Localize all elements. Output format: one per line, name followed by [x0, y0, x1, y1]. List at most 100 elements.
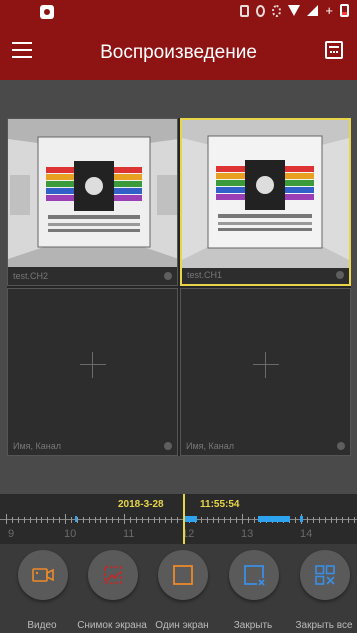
- timeline-tick: [247, 517, 249, 523]
- timeline-tick: [153, 517, 155, 523]
- timeline-tick: [253, 517, 255, 523]
- timeline-tick: [118, 517, 120, 523]
- playback-timeline[interactable]: 2018-3-28 11:55:54 9 10 11 12 13 14: [0, 494, 357, 544]
- app-bar: Воспроизведение: [0, 24, 357, 80]
- video-frame: [8, 119, 177, 267]
- close-all-icon: [315, 565, 335, 585]
- timeline-tick: [94, 517, 96, 523]
- single-screen-icon: [173, 565, 193, 585]
- timeline-tick: [206, 517, 208, 523]
- video-button[interactable]: Видео: [6, 550, 78, 633]
- hour-label: 13: [241, 528, 254, 540]
- timeline-tick: [312, 517, 314, 523]
- timeline-tick: [6, 514, 7, 524]
- snapshot-button[interactable]: Снимок экрана: [76, 550, 148, 633]
- battery-icon: [340, 4, 349, 17]
- timeline-tick: [218, 517, 220, 523]
- playback-cell-empty[interactable]: Имя, Канал: [180, 288, 351, 456]
- timeline-time: 11:55:54: [200, 499, 240, 510]
- timeline-tick: [88, 517, 90, 523]
- timeline-tick: [159, 517, 161, 523]
- timeline-cursor[interactable]: [183, 494, 185, 544]
- vibrate-icon: [256, 4, 266, 17]
- timeline-tick: [29, 517, 31, 523]
- timeline-tick: [212, 517, 214, 523]
- recording-segment: [300, 516, 303, 522]
- timeline-tick: [342, 517, 344, 523]
- timeline-tick: [236, 517, 238, 523]
- timeline-tick: [165, 517, 167, 523]
- single-screen-button-circle: [158, 550, 208, 600]
- close-button[interactable]: Закрыть: [217, 550, 289, 633]
- close-all-button[interactable]: Закрыть все: [288, 550, 357, 633]
- add-channel-icon[interactable]: [79, 352, 106, 378]
- timeline-tick: [47, 517, 49, 523]
- timeline-date: 2018-3-28: [118, 499, 164, 510]
- timeline-tick: [318, 517, 320, 523]
- timeline-tick: [354, 517, 356, 523]
- recording-segment: [258, 516, 290, 522]
- timeline-tick: [324, 517, 326, 523]
- timeline-tick: [82, 517, 84, 523]
- timeline-tick: [23, 517, 25, 523]
- snapshot-icon: [104, 566, 122, 584]
- timeline-tick: [224, 517, 226, 523]
- wifi-icon: [288, 5, 301, 16]
- timeline-tick: [141, 517, 143, 523]
- timeline-tick: [65, 514, 66, 524]
- timeline-tick: [41, 517, 43, 523]
- timeline-tick: [171, 517, 173, 523]
- video-button-circle: [18, 550, 68, 600]
- sim-icon: [240, 4, 250, 17]
- status-dot-icon: [164, 272, 172, 280]
- single-screen-button[interactable]: Один экран: [146, 550, 218, 633]
- cell-label: Имя, Канал: [13, 441, 62, 451]
- timeline-tick: [135, 517, 137, 523]
- cell-label: Имя, Канал: [186, 441, 235, 451]
- charging-icon: +: [325, 2, 333, 18]
- playback-cell-ch2[interactable]: test.CH2: [7, 118, 178, 286]
- video-camera-icon: [32, 568, 54, 582]
- timeline-tick: [200, 517, 202, 523]
- close-all-label: Закрыть все: [295, 620, 353, 631]
- timeline-tick: [306, 517, 308, 523]
- calendar-icon[interactable]: [325, 41, 343, 59]
- hour-label: 10: [64, 528, 77, 540]
- notification-icon: [40, 5, 54, 19]
- bottom-toolbar: Видео Снимок экрана Один экран Закрыть З…: [0, 544, 357, 633]
- timeline-tick: [336, 517, 338, 523]
- timeline-tick: [147, 517, 149, 523]
- timeline-tick: [230, 517, 232, 523]
- status-bar: +: [0, 0, 357, 24]
- recording-segment: [183, 516, 197, 522]
- hour-label: 11: [123, 528, 135, 540]
- status-dot-icon: [336, 271, 344, 279]
- close-window-icon: [244, 565, 265, 586]
- signal-icon: [307, 5, 319, 16]
- timeline-tick: [129, 517, 131, 523]
- timeline-tick: [330, 517, 332, 523]
- playback-cell-empty[interactable]: Имя, Канал: [7, 288, 178, 456]
- timeline-tick: [177, 517, 179, 523]
- timeline-tick: [348, 517, 350, 523]
- snapshot-button-circle: [88, 550, 138, 600]
- cell-label: test.CH1: [187, 270, 223, 280]
- timeline-tick: [295, 517, 297, 523]
- timeline-tick: [106, 517, 108, 523]
- hour-label: 14: [300, 528, 313, 540]
- cell-label: test.CH2: [13, 271, 49, 281]
- video-frame: [182, 120, 349, 268]
- add-channel-icon[interactable]: [252, 352, 279, 378]
- timeline-tick: [59, 517, 61, 523]
- close-all-button-circle: [300, 550, 350, 600]
- playback-cell-ch1[interactable]: test.CH1: [180, 118, 351, 286]
- hour-label: 9: [8, 528, 15, 540]
- timeline-tick: [35, 517, 37, 523]
- status-dot-icon: [164, 442, 172, 450]
- status-dot-icon: [337, 442, 345, 450]
- timeline-track[interactable]: [0, 514, 357, 524]
- timeline-tick: [17, 517, 19, 523]
- close-button-circle: [229, 550, 279, 600]
- status-icons: +: [240, 4, 349, 17]
- timeline-tick: [53, 517, 55, 523]
